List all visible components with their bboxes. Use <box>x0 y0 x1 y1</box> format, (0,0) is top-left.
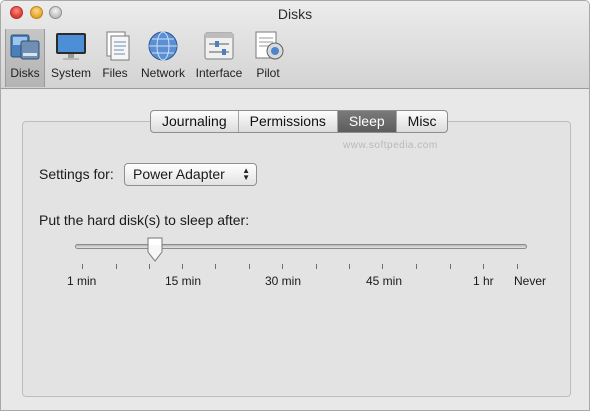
monitor-icon <box>56 33 86 60</box>
preferences-window: Disks Disks System Files Network Interfa… <box>0 0 590 411</box>
watermark-text: www.softpedia.com <box>343 140 438 151</box>
settings-for-popup[interactable]: Power Adapter ▲ ▼ <box>124 163 257 186</box>
toolbar-label-system: System <box>50 66 91 80</box>
toolbar-item-disks[interactable]: Disks <box>5 29 45 87</box>
interface-icon <box>204 32 234 60</box>
settings-for-label: Settings for: <box>39 166 114 182</box>
toolbar-label-disks: Disks <box>10 66 40 80</box>
toolbar-label-files: Files <box>102 66 128 80</box>
slider-tick <box>182 264 183 269</box>
chevron-updown-icon: ▲ ▼ <box>242 166 250 182</box>
globe-icon <box>148 31 178 61</box>
slider-tick <box>416 264 417 269</box>
files-icon <box>106 31 130 61</box>
slider-tick <box>316 264 317 269</box>
slider-tick <box>249 264 250 269</box>
toolbar-item-network[interactable]: Network <box>138 29 188 87</box>
slider-tick <box>149 264 150 269</box>
tab-journaling[interactable]: Journaling <box>151 111 239 132</box>
sleep-slider-track[interactable] <box>75 244 527 249</box>
settings-for-value: Power Adapter <box>133 166 225 182</box>
tab-bar: Journaling Permissions Sleep Misc <box>150 110 449 133</box>
slider-tick <box>116 264 117 269</box>
tick-label-15-min: 15 min <box>165 274 202 288</box>
slider-tick <box>483 264 484 269</box>
slider-tick <box>382 264 383 269</box>
sleep-after-label: Put the hard disk(s) to sleep after: <box>39 212 250 228</box>
sleep-slider-knob[interactable] <box>146 237 164 263</box>
toolbar-label-pilot: Pilot <box>256 66 280 80</box>
tab-misc[interactable]: Misc <box>397 111 448 132</box>
pilot-icon <box>255 31 284 60</box>
tab-content-panel <box>22 121 571 397</box>
tab-sleep[interactable]: Sleep <box>337 111 397 132</box>
window-title: Disks <box>277 6 313 22</box>
toolbar-label-interface: Interface <box>195 66 243 80</box>
tick-label-30-min: 30 min <box>265 274 302 288</box>
slider-tick <box>82 264 83 269</box>
toolbar-item-system[interactable]: System <box>49 29 93 87</box>
toolbar-item-interface[interactable]: Interface <box>193 29 245 87</box>
tick-label-never: Never <box>514 274 547 288</box>
tick-label-1-hr: 1 hr <box>473 274 494 288</box>
slider-tick <box>282 264 283 269</box>
toolbar-item-files[interactable]: Files <box>99 29 131 87</box>
toolbar-item-pilot[interactable]: Pilot <box>251 29 285 87</box>
slider-tick <box>349 264 350 269</box>
disks-icon <box>10 34 40 60</box>
tick-label-45-min: 45 min <box>366 274 403 288</box>
slider-tick <box>517 264 518 269</box>
tab-permissions[interactable]: Permissions <box>239 111 338 132</box>
slider-tick <box>450 264 451 269</box>
toolbar-label-network: Network <box>140 66 185 80</box>
slider-tick <box>215 264 216 269</box>
titlebar: Disks Disks System Files Network Interfa… <box>1 1 589 89</box>
tick-label-1-min: 1 min <box>67 274 97 288</box>
